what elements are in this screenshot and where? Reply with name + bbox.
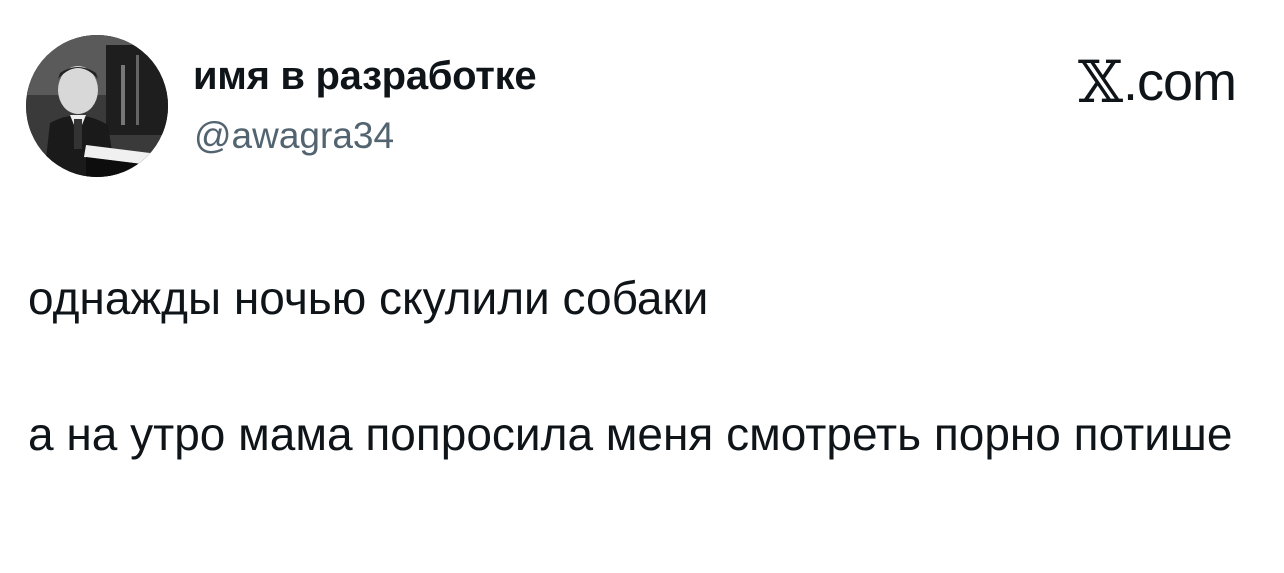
profile-photo-icon [26,35,168,177]
brand-domain-suffix: .com [1122,52,1237,112]
tweet-paragraph: однажды ночью скулили собаки [28,272,709,324]
tweet-paragraph: а на утро мама попросила меня смотреть п… [28,408,1233,460]
tweet-body: однажды ночью скулили собаки а на утро м… [28,268,1268,464]
tweet-card: имя в разработке @awagra34 𝕏 .com однажд… [0,0,1284,573]
avatar[interactable] [26,35,168,177]
user-handle[interactable]: @awagra34 [194,115,394,157]
display-name[interactable]: имя в разработке [193,54,537,99]
x-brand-logo: 𝕏 .com [1077,48,1237,116]
x-logo-icon: 𝕏 [1077,48,1123,116]
